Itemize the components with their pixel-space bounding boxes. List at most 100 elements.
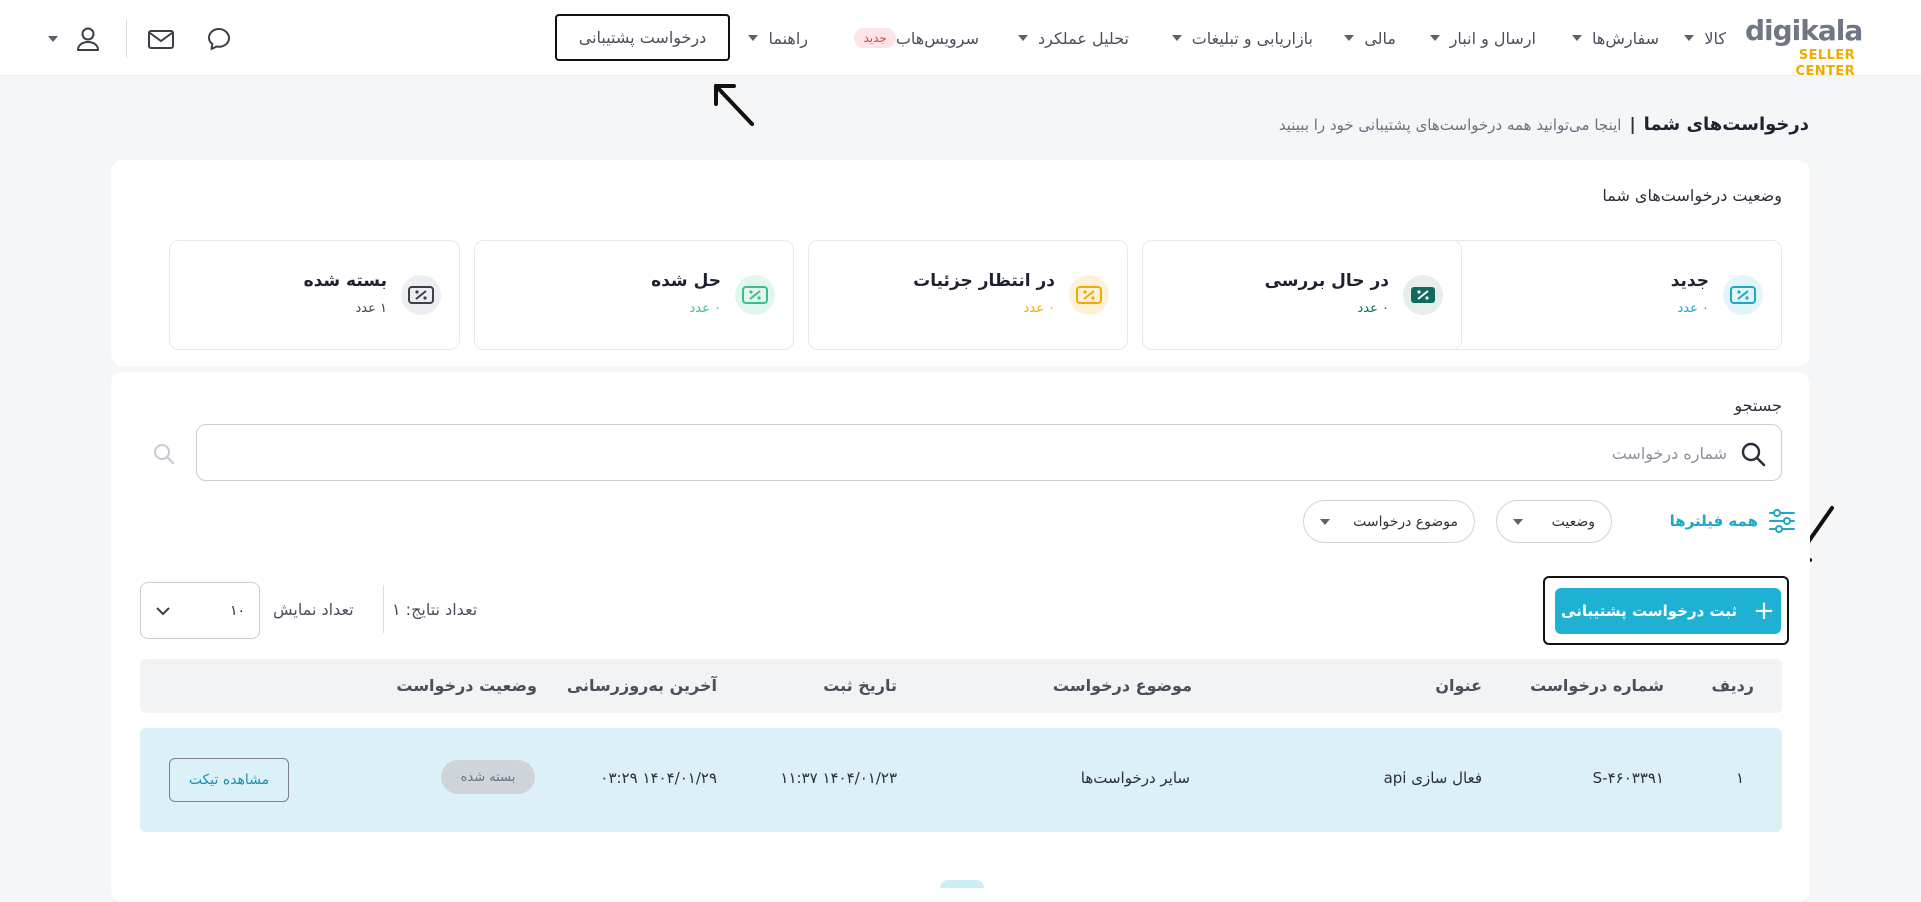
column-header: تاریخ ثبت: [823, 676, 897, 695]
nav-item-finance[interactable]: مالی: [1344, 26, 1396, 50]
status-summary-card: وضعیت درخواست‌های شما جدید ۰ عدد در حال …: [111, 160, 1810, 366]
status-card-count: ۱ عدد: [355, 301, 388, 316]
chevron-down-icon: [1344, 35, 1355, 41]
new-badge: جدید: [854, 28, 896, 48]
toolbar-divider: [383, 585, 384, 633]
status-card-closed[interactable]: بسته شده ۱ عدد: [169, 240, 460, 350]
status-summary-title: وضعیت درخواست‌های شما: [1602, 186, 1782, 205]
status-card-label: در انتظار جزئیات: [913, 271, 1055, 291]
heading-separator: |: [1629, 115, 1636, 135]
table-header: ردیف شماره درخواست عنوان موضوع درخواست ت…: [140, 659, 1782, 713]
nav-item-orders[interactable]: سفارش‌ها: [1572, 26, 1659, 50]
status-card-label: در حال بررسی: [1264, 271, 1389, 291]
page-title: درخواست‌های شما: [1643, 114, 1809, 135]
status-card-label: حل شده: [651, 271, 721, 291]
annotation-arrow-icon: [714, 84, 754, 126]
per-page-select[interactable]: ۱۰: [140, 582, 260, 639]
status-card-label: جدید: [1670, 271, 1709, 291]
nav-item-label: بازاریابی و تبلیغات: [1191, 28, 1313, 48]
nav-item-help[interactable]: راهنما: [748, 26, 808, 50]
chat-icon[interactable]: [204, 24, 234, 54]
filter-sliders-icon: [1769, 509, 1795, 533]
status-card-count: ۰ عدد: [1023, 301, 1056, 316]
ticket-icon: [1403, 275, 1443, 315]
view-ticket-button[interactable]: مشاهده تیکت: [169, 758, 289, 802]
status-card-resolved[interactable]: حل شده ۰ عدد: [474, 240, 794, 350]
search-icon: [1741, 442, 1766, 467]
nav-item-label: سفارش‌ها: [1592, 28, 1659, 48]
column-header: عنوان: [1435, 676, 1482, 695]
chevron-down-icon: [1572, 35, 1583, 41]
nav-item-shipping[interactable]: ارسال و انبار: [1429, 26, 1536, 50]
cell-title: فعال سازی api: [1383, 769, 1482, 787]
logo-subtitle: SELLER CENTER: [1795, 48, 1855, 79]
nav-item-label: کالا: [1704, 28, 1726, 48]
cell-subject: سایر درخواست‌ها: [1080, 769, 1190, 787]
chevron-down-icon: [156, 606, 170, 615]
user-icon[interactable]: [73, 24, 103, 54]
subject-filter-label: موضوع درخواست: [1353, 513, 1458, 530]
status-card-count: ۰ عدد: [1677, 301, 1710, 316]
status-filter-dropdown[interactable]: وضعیت: [1496, 500, 1612, 543]
cell-created-date: ۱۱:۳۷ ۱۴۰۴/۰۱/۲۳: [780, 769, 897, 787]
search-submit-icon[interactable]: [151, 441, 177, 467]
chevron-down-icon: [1513, 518, 1523, 525]
nav-item-marketing[interactable]: بازاریابی و تبلیغات: [1171, 26, 1313, 50]
digikala-logo[interactable]: digikala SELLER CENTER: [1745, 16, 1863, 80]
status-card-label: بسته شده: [303, 271, 387, 291]
nav-item-label: راهنما: [768, 28, 808, 48]
page-subtitle: اینجا می‌توانید همه درخواست‌های پشتیبانی…: [1278, 116, 1622, 134]
nav-item-products[interactable]: کالا: [1684, 26, 1726, 50]
cell-updated-date: ۰۳:۲۹ ۱۴۰۴/۰۱/۲۹: [600, 769, 717, 787]
page-heading: درخواست‌های شما | اینجا می‌توانید همه در…: [1279, 114, 1809, 135]
add-support-request-label: ثبت درخواست پشتیبانی: [1561, 602, 1738, 620]
ticket-icon: [1069, 275, 1109, 315]
requests-list-card: جستجو همه فیلترها وضعیت موضوع درخواست + …: [111, 372, 1810, 902]
status-card-awaiting-details[interactable]: در انتظار جزئیات ۰ عدد: [808, 240, 1128, 350]
all-filters-label: همه فیلترها: [1669, 512, 1758, 530]
status-card-new[interactable]: جدید ۰ عدد: [1447, 240, 1782, 350]
chevron-down-icon: [1429, 35, 1440, 41]
search-input[interactable]: [327, 439, 1727, 467]
pagination-hint: [940, 880, 984, 888]
search-label: جستجو: [1734, 396, 1782, 415]
ticket-icon: [735, 275, 775, 315]
nav-item-analytics[interactable]: تحلیل عملکرد: [1018, 26, 1129, 50]
ticket-icon: [1723, 275, 1763, 315]
chevron-down-icon: [1320, 518, 1330, 525]
add-support-request-button[interactable]: + ثبت درخواست پشتیبانی: [1555, 588, 1781, 634]
user-menu-caret-icon[interactable]: [48, 36, 58, 42]
column-header: موضوع درخواست: [1052, 676, 1192, 695]
cell-request-number: S-۴۶۰۳۳۹۱: [1592, 769, 1664, 787]
plus-icon: +: [1753, 596, 1775, 626]
mail-icon[interactable]: [146, 24, 176, 54]
chevron-down-icon: [1684, 35, 1695, 41]
nav-item-support-request[interactable]: درخواست پشتیبانی: [555, 14, 730, 61]
subject-filter-dropdown[interactable]: موضوع درخواست: [1303, 500, 1475, 543]
all-filters-button[interactable]: همه فیلترها: [1670, 508, 1796, 534]
cell-row-number: ۱: [1735, 769, 1744, 787]
column-header: وضعیت درخواست: [396, 676, 537, 695]
column-header: شماره درخواست: [1530, 676, 1664, 695]
nav-divider: [126, 20, 127, 58]
nav-item-label: مالی: [1364, 28, 1396, 48]
nav-item-label: ارسال و انبار: [1449, 28, 1536, 48]
status-card-count: ۰ عدد: [1357, 301, 1390, 316]
status-badge: بسته شده: [441, 760, 535, 794]
results-count: تعداد نتایج: ۱: [392, 600, 478, 619]
per-page-value: ۱۰: [229, 602, 245, 619]
nav-item-servicehub[interactable]: سرویس‌هاب جدید: [844, 26, 979, 50]
nav-item-label: تحلیل عملکرد: [1038, 28, 1129, 48]
table-row[interactable]: ۱ S-۴۶۰۳۳۹۱ فعال سازی api سایر درخواست‌ه…: [140, 728, 1782, 832]
status-card-in-review[interactable]: در حال بررسی ۰ عدد: [1142, 240, 1462, 350]
column-header: ردیف: [1711, 676, 1754, 695]
search-box: [196, 424, 1782, 481]
per-page-label: تعداد نمایش: [273, 600, 354, 619]
chevron-down-icon: [1171, 35, 1182, 41]
top-navigation: digikala SELLER CENTER کالا سفارش‌ها ارس…: [0, 0, 1921, 79]
status-filter-label: وضعیت: [1551, 513, 1595, 530]
chevron-down-icon: [1018, 35, 1028, 41]
nav-item-label: سرویس‌هاب: [895, 28, 979, 48]
chevron-down-icon: [748, 35, 759, 41]
status-card-count: ۰ عدد: [689, 301, 722, 316]
